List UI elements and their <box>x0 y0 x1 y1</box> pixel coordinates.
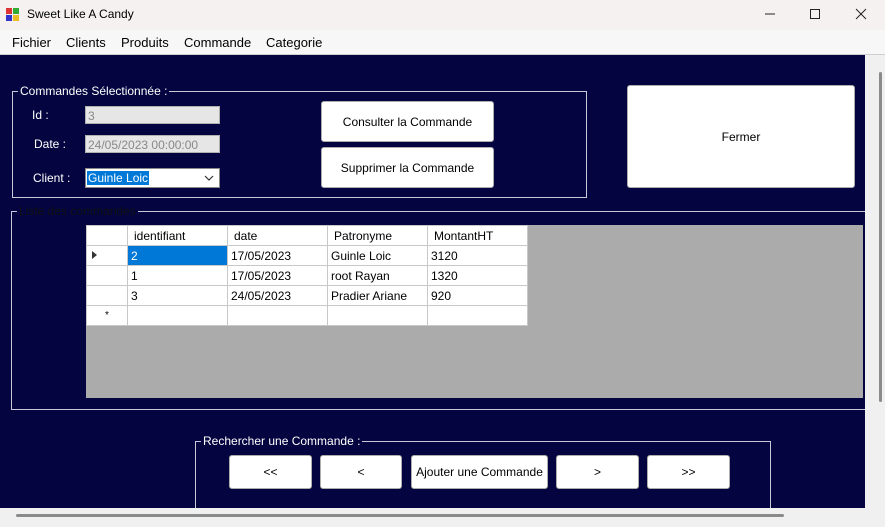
grid-cell[interactable] <box>427 305 528 326</box>
search-order-legend: Rechercher une Commande : <box>201 434 363 448</box>
grid-cell[interactable]: 1 <box>127 265 228 286</box>
client-selected-value: Guinle Loic <box>87 171 150 185</box>
menu-clients[interactable]: Clients <box>66 35 106 50</box>
previous-button[interactable]: < <box>320 455 402 489</box>
grid-cell[interactable]: 17/05/2023 <box>227 265 328 286</box>
menu-fichier[interactable]: Fichier <box>12 35 51 50</box>
first-button[interactable]: << <box>229 455 312 489</box>
close-form-button[interactable]: Fermer <box>627 85 855 188</box>
table-row[interactable]: 2 17/05/2023 Guinle Loic 3120 <box>86 245 528 266</box>
grid-cell[interactable]: root Rayan <box>327 265 428 286</box>
row-header[interactable] <box>86 285 128 306</box>
app-icon <box>6 8 19 21</box>
current-row-marker <box>86 245 128 266</box>
horizontal-scrollbar-thumb[interactable] <box>16 514 784 517</box>
current-row-arrow-icon <box>92 250 97 259</box>
grid-cell[interactable] <box>127 305 228 326</box>
orders-list-legend: Liste des commandes <box>17 204 138 218</box>
column-header-identifiant[interactable]: identifiant <box>127 225 228 246</box>
consult-order-button[interactable]: Consulter la Commande <box>321 101 494 142</box>
menu-produits[interactable]: Produits <box>121 35 169 50</box>
grid-cell[interactable]: 920 <box>427 285 528 306</box>
maximize-button[interactable] <box>792 0 838 30</box>
add-order-button[interactable]: Ajouter une Commande <box>411 455 548 489</box>
minimize-icon <box>765 13 775 15</box>
close-window-button[interactable] <box>838 0 884 30</box>
date-label: Date : <box>34 137 67 151</box>
orders-grid[interactable]: identifiant date Patronyme MontantHT 2 1… <box>86 225 863 398</box>
maximize-icon <box>810 9 820 19</box>
vertical-scrollbar-thumb[interactable] <box>879 72 882 402</box>
grid-cell[interactable]: 3 <box>127 285 228 306</box>
chevron-down-icon <box>204 175 214 181</box>
grid-cell[interactable] <box>327 305 428 326</box>
table-row[interactable]: 3 24/05/2023 Pradier Ariane 920 <box>86 285 528 306</box>
client-label: Client : <box>33 171 71 185</box>
menu-bar: Fichier Clients Produits Commande Catego… <box>0 30 885 55</box>
grid-cell[interactable]: 17/05/2023 <box>227 245 328 266</box>
title-bar: Sweet Like A Candy <box>0 0 885 30</box>
grid-cell[interactable] <box>227 305 328 326</box>
vertical-scrollbar-track[interactable] <box>865 55 885 508</box>
next-button[interactable]: > <box>556 455 639 489</box>
grid-cell[interactable]: 24/05/2023 <box>227 285 328 306</box>
grid-cell[interactable]: 3120 <box>427 245 528 266</box>
last-button[interactable]: >> <box>647 455 730 489</box>
grid-cell[interactable]: 1320 <box>427 265 528 286</box>
id-label: Id : <box>32 108 49 122</box>
grid-cell[interactable]: 2 <box>127 245 228 266</box>
grid-header-row: identifiant date Patronyme MontantHT <box>86 225 528 246</box>
new-row-marker: * <box>86 305 128 326</box>
table-row[interactable]: 1 17/05/2023 root Rayan 1320 <box>86 265 528 286</box>
column-header-montantht[interactable]: MontantHT <box>427 225 528 246</box>
form-body: Commandes Sélectionnée : Id : 3 Date : 2… <box>0 55 885 527</box>
column-header-date[interactable]: date <box>227 225 328 246</box>
minimize-button[interactable] <box>747 0 793 30</box>
row-header-corner <box>86 225 128 246</box>
id-field[interactable]: 3 <box>85 106 220 124</box>
grid-cell[interactable]: Pradier Ariane <box>327 285 428 306</box>
grid-cell[interactable]: Guinle Loic <box>327 245 428 266</box>
window-title: Sweet Like A Candy <box>27 7 134 21</box>
menu-commande[interactable]: Commande <box>184 35 251 50</box>
new-row[interactable]: * <box>86 305 528 326</box>
client-combobox[interactable]: Guinle Loic <box>85 168 220 188</box>
column-header-patronyme[interactable]: Patronyme <box>327 225 428 246</box>
close-icon <box>855 8 867 20</box>
menu-categorie[interactable]: Categorie <box>266 35 322 50</box>
row-header[interactable] <box>86 265 128 286</box>
orders-table: identifiant date Patronyme MontantHT 2 1… <box>86 225 528 326</box>
date-field[interactable]: 24/05/2023 00:00:00 <box>85 135 220 153</box>
horizontal-scrollbar-track[interactable] <box>0 508 885 527</box>
selected-order-legend: Commandes Sélectionnée : <box>18 84 170 98</box>
delete-order-button[interactable]: Supprimer la Commande <box>321 147 494 188</box>
